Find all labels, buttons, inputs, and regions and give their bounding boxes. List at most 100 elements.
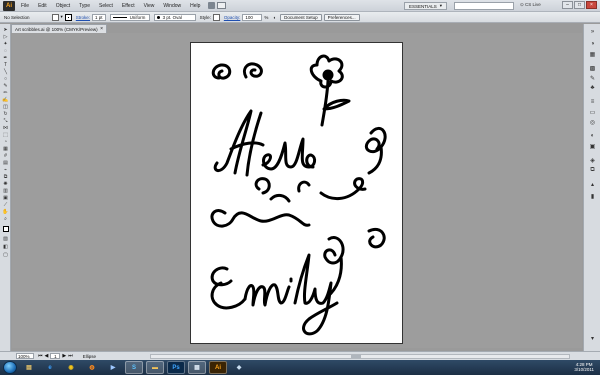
menu-window[interactable]: Window <box>163 3 181 9</box>
scale-tool-icon[interactable]: ⤡ <box>1 118 10 124</box>
swatches-panel-icon[interactable]: ▩ <box>587 64 598 72</box>
artboard-number-input[interactable]: 1 <box>50 353 61 359</box>
workspace-switcher[interactable]: ESSENTIALS ▾ <box>404 2 448 10</box>
zoom-level-select[interactable]: 100% <box>16 353 34 359</box>
horizontal-scrollbar[interactable] <box>150 354 570 359</box>
first-artboard-icon[interactable]: ⏮ <box>38 353 43 359</box>
perspective-grid-tool-icon[interactable]: ▦ <box>1 146 10 152</box>
close-icon[interactable]: × <box>100 26 103 32</box>
brushes-panel-icon[interactable]: ✎ <box>587 74 598 82</box>
document-tab[interactable]: Art scribbles.ai @ 100% (CMYK/Preview) × <box>11 24 107 33</box>
blend-tool-icon[interactable]: ⧉ <box>1 174 10 180</box>
direct-selection-tool-icon[interactable]: ▷ <box>1 34 10 40</box>
preferences-button[interactable]: Preferences... <box>323 13 360 21</box>
gradient-tool-icon[interactable]: ▤ <box>1 160 10 166</box>
next-artboard-icon[interactable]: ▶ <box>62 353 66 359</box>
color-panel-icon[interactable]: ◑ <box>587 40 598 48</box>
collapse-panels-icon[interactable]: » <box>587 28 598 36</box>
shape-builder-tool-icon[interactable]: ◔ <box>1 139 10 145</box>
graphic-style-swatch[interactable] <box>212 13 220 21</box>
document-setup-button[interactable]: Document Setup <box>280 13 322 21</box>
current-tool-status[interactable]: Ellipse <box>83 354 96 359</box>
symbol-sprayer-tool-icon[interactable]: ✺ <box>1 181 10 187</box>
magic-wand-tool-icon[interactable]: ✦ <box>1 41 10 47</box>
fill-swatch[interactable] <box>51 13 59 21</box>
pen-tool-icon[interactable]: ✒ <box>1 55 10 61</box>
hand-tool-icon[interactable]: ✋ <box>1 209 10 215</box>
opacity-input[interactable]: 100 <box>242 13 263 21</box>
menu-help[interactable]: Help <box>190 3 200 9</box>
menu-type[interactable]: Type <box>79 3 90 9</box>
skype-icon[interactable]: S <box>125 361 143 374</box>
transparency-panel-icon[interactable]: ◎ <box>587 118 598 126</box>
brush-definition-select[interactable]: 3 pt. Oval <box>153 13 196 21</box>
menu-object[interactable]: Object <box>56 3 70 9</box>
app-icon[interactable]: ◆ <box>230 361 248 374</box>
illustrator-icon[interactable]: Ai <box>209 361 227 374</box>
internet-explorer-icon[interactable]: e <box>41 361 59 374</box>
stroke-profile-select[interactable]: Uniform <box>109 13 150 21</box>
slice-tool-icon[interactable]: ⟋ <box>1 202 10 208</box>
media-player-icon[interactable]: ▶ <box>104 361 122 374</box>
cs-live-button[interactable]: ⊙ CS Live <box>520 2 541 8</box>
width-tool-icon[interactable]: ⋈ <box>1 125 10 131</box>
selection-tool-icon[interactable]: ➤ <box>1 27 10 33</box>
maximize-icon[interactable]: □ <box>574 1 585 9</box>
eraser-tool-icon[interactable]: ◫ <box>1 104 10 110</box>
zoom-tool-icon[interactable]: ⌕ <box>1 216 10 222</box>
explorer-icon[interactable]: ▤ <box>20 361 38 374</box>
fill-stroke-icon[interactable] <box>1 226 10 232</box>
artboard-tool-icon[interactable]: ▣ <box>1 195 10 201</box>
system-clock[interactable]: 4:28 PM 3/10/2011 <box>574 362 594 372</box>
menu-select[interactable]: Select <box>99 3 113 9</box>
stroke-label[interactable]: Stroke: <box>76 15 90 20</box>
screen-mode-icon[interactable]: ▢ <box>1 252 10 258</box>
blob-brush-tool-icon[interactable]: ✍ <box>1 97 10 103</box>
opacity-label[interactable]: Opacity: <box>224 15 241 20</box>
search-input[interactable] <box>454 2 514 10</box>
eyedropper-tool-icon[interactable]: ⌁ <box>1 167 10 173</box>
ellipse-tool-icon[interactable]: ○ <box>1 76 10 82</box>
stroke-panel-icon[interactable]: ≡ <box>587 98 598 106</box>
stroke-weight-select[interactable]: 1 pt <box>92 13 106 21</box>
chrome-icon[interactable]: ◉ <box>62 361 80 374</box>
scroll-thumb[interactable] <box>351 355 361 358</box>
lasso-tool-icon[interactable]: ◌ <box>1 48 10 54</box>
color-guide-icon[interactable]: ▦ <box>587 50 598 58</box>
arrange-documents-icon[interactable] <box>217 2 227 9</box>
paintbrush-tool-icon[interactable]: ✎ <box>1 83 10 89</box>
folder-icon[interactable]: ▬ <box>146 361 164 374</box>
rotate-tool-icon[interactable]: ↻ <box>1 111 10 117</box>
layers-panel-icon[interactable]: ◈ <box>587 156 598 164</box>
chevron-down-icon[interactable]: ▾ <box>61 14 63 20</box>
recolor-icon[interactable]: ◐ <box>273 15 276 20</box>
pencil-tool-icon[interactable]: ✏ <box>1 90 10 96</box>
vscroll-thumb[interactable]: ▮ <box>587 192 598 200</box>
close-icon[interactable]: × <box>586 1 597 9</box>
graphic-styles-panel-icon[interactable]: ▣ <box>587 142 598 150</box>
menu-edit[interactable]: Edit <box>38 3 47 9</box>
gradient-panel-icon[interactable]: ▭ <box>587 108 598 116</box>
free-transform-tool-icon[interactable]: ⬚ <box>1 132 10 138</box>
drawing-mode-icon[interactable]: ◧ <box>1 244 10 250</box>
menu-file[interactable]: File <box>21 3 29 9</box>
bridge-icon[interactable] <box>208 2 216 9</box>
bridge-app-icon[interactable]: ▦ <box>188 361 206 374</box>
appearance-panel-icon[interactable]: ◐ <box>587 132 598 140</box>
fill-control[interactable]: ▾ <box>51 13 72 21</box>
color-mode-icon[interactable]: ▨ <box>1 236 10 242</box>
symbols-panel-icon[interactable]: ♣ <box>587 84 598 92</box>
photoshop-icon[interactable]: Ps <box>167 361 185 374</box>
vscroll-up-icon[interactable]: ▴ <box>587 180 598 188</box>
start-button[interactable] <box>3 361 17 374</box>
vscroll-down-icon[interactable]: ▾ <box>587 334 598 342</box>
artboards-panel-icon[interactable]: ⧉ <box>587 166 598 174</box>
last-artboard-icon[interactable]: ⏭ <box>68 353 73 359</box>
minimize-icon[interactable]: – <box>562 1 573 9</box>
line-tool-icon[interactable]: ╲ <box>1 69 10 75</box>
type-tool-icon[interactable]: T <box>1 62 10 68</box>
menu-effect[interactable]: Effect <box>122 3 135 9</box>
stroke-swatch[interactable] <box>64 13 72 21</box>
menu-view[interactable]: View <box>144 3 155 9</box>
firefox-icon[interactable]: ◍ <box>83 361 101 374</box>
